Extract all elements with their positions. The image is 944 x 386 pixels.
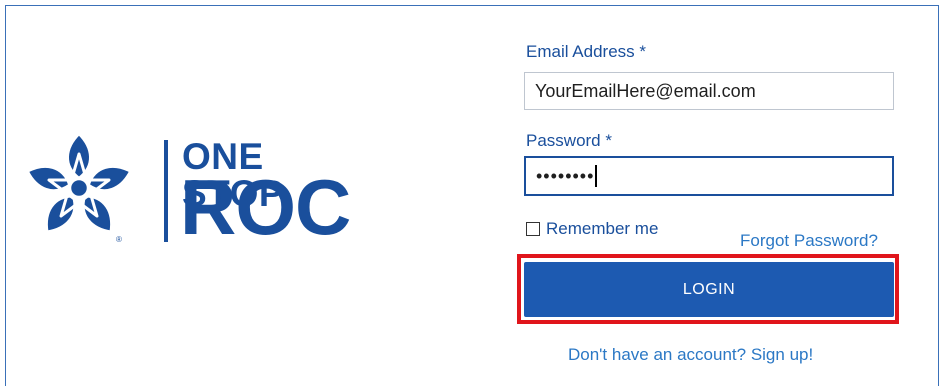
logo-divider — [164, 140, 168, 242]
login-button[interactable]: LOGIN — [524, 262, 894, 317]
logo-text-roc: ROC — [180, 163, 351, 251]
email-label: Email Address * — [526, 42, 646, 61]
signup-link[interactable]: Don't have an account? Sign up! — [568, 345, 813, 365]
email-value: YourEmailHere@email.com — [535, 80, 756, 101]
one-stop-roc-logo: ® ONE STOP ROC — [24, 128, 364, 246]
trademark-mark: ® — [116, 235, 122, 244]
password-label: Password * — [526, 131, 612, 150]
remember-me-label: Remember me — [546, 219, 659, 238]
email-field[interactable]: YourEmailHere@email.com — [524, 72, 894, 110]
remember-me[interactable]: Remember me — [526, 219, 658, 239]
password-value: •••••••• — [536, 165, 595, 186]
forgot-password-link[interactable]: Forgot Password? — [740, 231, 878, 251]
text-caret — [595, 165, 598, 187]
remember-me-checkbox[interactable] — [526, 222, 540, 236]
password-field[interactable]: •••••••• — [524, 156, 894, 196]
flower-star-icon: ® — [26, 132, 132, 244]
